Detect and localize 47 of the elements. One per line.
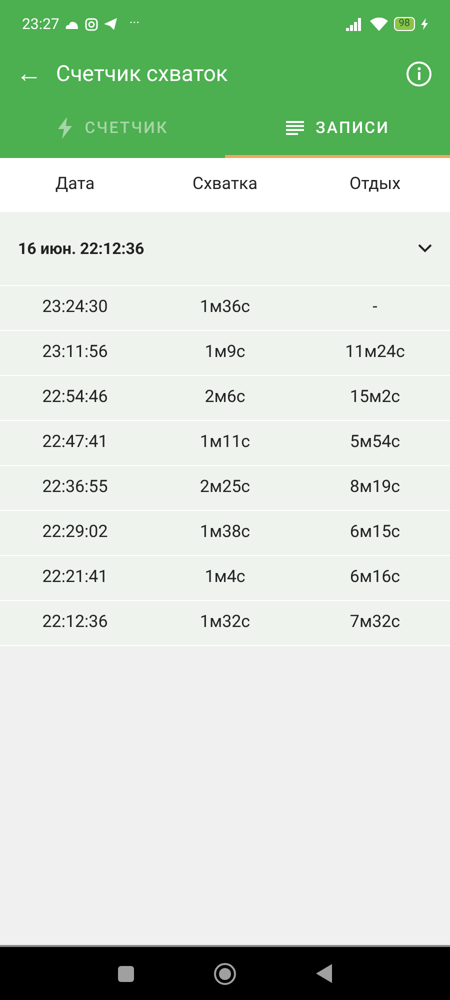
- signal-icon: [346, 18, 364, 30]
- info-icon[interactable]: [406, 61, 432, 87]
- table-cell-text: 8м19с: [350, 476, 400, 500]
- table-cell-text: 22:54:46: [42, 386, 108, 410]
- table-cell-text: 22:29:02: [42, 521, 108, 544]
- table-cell-text: 1м4с: [204, 566, 246, 590]
- table-cell-text: -: [372, 296, 378, 320]
- battery-indicator: 98: [394, 17, 415, 31]
- table-cell-text: 1м38с: [200, 521, 250, 544]
- table-cell-text: 2м25с: [200, 476, 250, 500]
- table-cell-text: 22:47:41: [42, 431, 108, 454]
- app-title: Счетчик схваток: [56, 60, 228, 88]
- home-button[interactable]: [214, 962, 236, 984]
- table-cell-text: 1м36с: [200, 296, 250, 320]
- group-date: 16 июн. 22:12:36: [18, 238, 146, 260]
- table-cell-text: 1м9с: [204, 341, 246, 364]
- camera-icon: [85, 18, 98, 30]
- table-cell-text: 23:24:30: [42, 296, 108, 320]
- table-cell-text: 23:11:56: [42, 341, 108, 364]
- paper-plane-icon: [104, 18, 118, 30]
- table-cell-text: 1м11с: [200, 431, 250, 454]
- status-time: 23:27: [22, 14, 60, 35]
- table-cell-text: 2м6с: [204, 386, 246, 410]
- back-button[interactable]: ←: [16, 61, 42, 87]
- column-header: Отдых: [349, 173, 401, 196]
- table-cell-text: 5м54с: [350, 431, 400, 454]
- table-cell-text: 11м24с: [345, 341, 405, 364]
- more-notifications: ···: [129, 15, 140, 34]
- cloud-icon: [65, 20, 80, 28]
- column-header: Дата: [55, 173, 95, 196]
- tab[interactable]: СЧЕТЧИК: [0, 100, 225, 158]
- wifi-icon: [370, 17, 388, 31]
- list-icon: [286, 120, 304, 136]
- table-cell-text: 7м32с: [350, 611, 400, 634]
- table-cell-text: 1м32с: [200, 611, 250, 634]
- back-triangle-icon[interactable]: [316, 964, 332, 983]
- table-cell-text: 22:12:36: [42, 611, 108, 634]
- recents-button[interactable]: [118, 966, 134, 982]
- table-cell-text: 22:36:55: [42, 476, 108, 500]
- chevron-icon: [418, 244, 432, 253]
- table-cell-text: 15м2с: [350, 386, 400, 410]
- charging-icon: [421, 18, 428, 30]
- column-header: Схватка: [192, 173, 258, 196]
- table-cell-text: 6м15с: [350, 521, 400, 544]
- lightning-icon: [56, 116, 73, 138]
- table-cell-text: 6м16с: [350, 566, 400, 590]
- table-cell-text: 22:21:41: [42, 566, 108, 590]
